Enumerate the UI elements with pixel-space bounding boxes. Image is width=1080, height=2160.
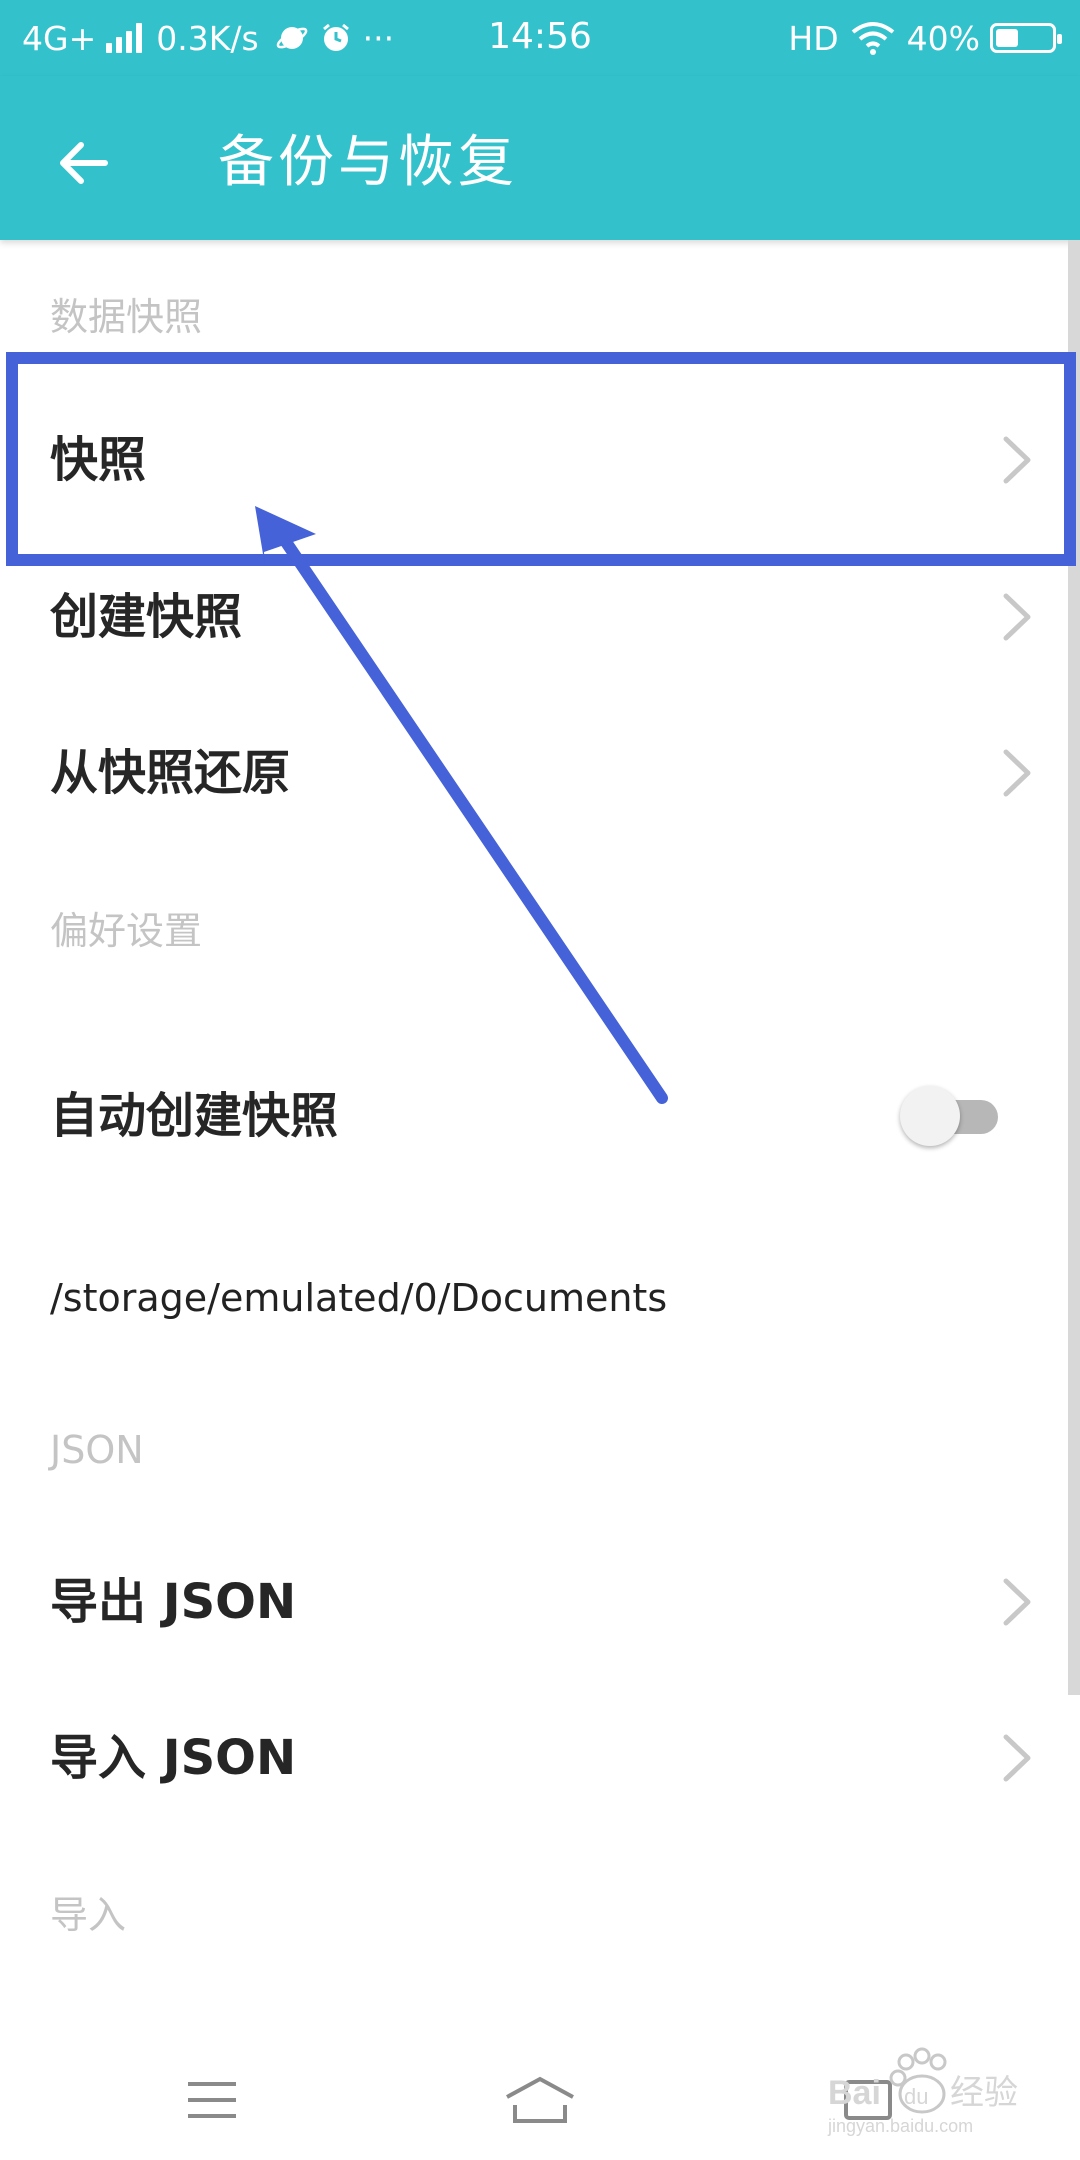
section-header-json: JSON: [50, 1428, 144, 1472]
toggle-knob: [900, 1086, 960, 1146]
export-json-label: 导出 JSON: [50, 1574, 297, 1630]
app-bar: 备份与恢复: [0, 76, 1080, 240]
section-header-preferences: 偏好设置: [50, 909, 203, 953]
status-right: HD 40%: [788, 18, 1062, 58]
import-json-label: 导入 JSON: [50, 1730, 297, 1786]
section-header-snapshot: 数据快照: [50, 295, 203, 339]
home-button[interactable]: [490, 2070, 590, 2130]
chevron-right-icon: [1003, 1734, 1031, 1782]
section-header-import: 导入: [50, 1893, 127, 1937]
battery-percent: 40%: [906, 18, 980, 58]
page-title: 备份与恢复: [218, 130, 518, 195]
menu-button[interactable]: [162, 2070, 262, 2130]
chevron-right-icon: [1003, 749, 1031, 797]
hd-indicator: HD: [788, 18, 839, 58]
menu-icon: [188, 2082, 236, 2118]
wifi-icon: [851, 22, 894, 55]
export-json-item[interactable]: 导出 JSON: [0, 1527, 1068, 1677]
back-button[interactable]: [40, 120, 126, 206]
storage-path[interactable]: /storage/emulated/0/Documents: [50, 1276, 667, 1320]
status-bar: 4G+ 0.3K/s ··· 14:56 HD 40%: [0, 0, 1080, 76]
auto-create-snapshot-label: 自动创建快照: [50, 1088, 339, 1144]
restore-snapshot-label: 从快照还原: [50, 745, 291, 801]
import-json-item[interactable]: 导入 JSON: [0, 1683, 1068, 1833]
svg-text:du: du: [904, 2084, 928, 2109]
home-icon: [506, 2076, 574, 2123]
annotation-highlight-box: [6, 352, 1076, 566]
battery-fill: [996, 29, 1018, 47]
watermark-logo: Bai 经验 du jingyan.baidu.com: [827, 2047, 1018, 2136]
svg-text:经验: 经验: [950, 2074, 1018, 2112]
restore-snapshot-item[interactable]: 从快照还原: [0, 698, 1068, 848]
svg-text:Bai: Bai: [828, 2074, 881, 2112]
arrow-left-icon: [60, 142, 108, 184]
svg-text:jingyan.baidu.com: jingyan.baidu.com: [827, 2116, 973, 2136]
chevron-right-icon: [1003, 1578, 1031, 1626]
battery-icon: [990, 23, 1062, 53]
chevron-right-icon: [1003, 593, 1031, 641]
auto-create-snapshot-toggle[interactable]: [900, 1086, 1000, 1146]
